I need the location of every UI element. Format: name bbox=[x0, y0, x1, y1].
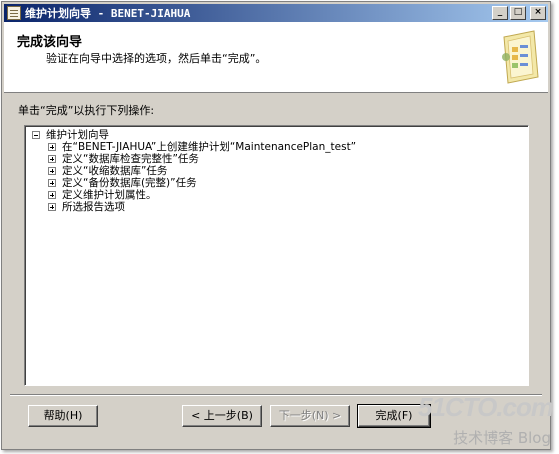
summary-tree[interactable]: 维护计划向导 在“BENET-JIAHUA”上创建维护计划“Maintenanc… bbox=[24, 125, 529, 386]
wizard-header: 完成该向导 验证在向导中选择的选项，然后单击“完成”。 bbox=[4, 22, 548, 93]
close-button[interactable]: × bbox=[530, 6, 546, 20]
maximize-button[interactable]: □ bbox=[510, 6, 526, 20]
wizard-window: 维护计划向导 - BENET-JIAHUA _ □ × 完成该向导 验证在向导中… bbox=[1, 1, 551, 450]
tree-item[interactable]: 定义“收缩数据库”任务 bbox=[48, 165, 167, 177]
tree-item-label: 定义“收缩数据库”任务 bbox=[62, 165, 168, 177]
tree-item-label: 定义“备份数据库(完整)”任务 bbox=[62, 177, 197, 189]
finish-button[interactable]: 完成(F) bbox=[357, 404, 431, 428]
expand-icon[interactable] bbox=[48, 143, 56, 151]
caption-buttons: _ □ × bbox=[492, 6, 546, 20]
tree-item-label: 定义“数据库检查完整性”任务 bbox=[62, 153, 199, 165]
expand-icon[interactable] bbox=[48, 191, 56, 199]
tree-root-label: 维护计划向导 bbox=[46, 129, 109, 141]
title-bar[interactable]: 维护计划向导 - BENET-JIAHUA _ □ × bbox=[4, 4, 548, 22]
page-subtitle: 验证在向导中选择的选项，然后单击“完成”。 bbox=[46, 52, 267, 65]
expand-icon[interactable] bbox=[48, 203, 56, 211]
window-title: 维护计划向导 - BENET-JIAHUA bbox=[25, 7, 191, 20]
tree-item[interactable]: 定义“数据库检查完整性”任务 bbox=[48, 153, 199, 165]
instruction-label: 单击“完成”以执行下列操作: bbox=[18, 104, 155, 117]
tree-item[interactable]: 定义维护计划属性。 bbox=[48, 189, 157, 201]
next-button[interactable]: 下一步(N) > bbox=[270, 405, 350, 427]
wizard-graphic-icon bbox=[502, 30, 539, 84]
back-button[interactable]: < 上一步(B) bbox=[182, 405, 262, 427]
collapse-icon[interactable] bbox=[32, 131, 40, 139]
help-button[interactable]: 帮助(H) bbox=[28, 405, 98, 427]
footer-divider bbox=[10, 394, 542, 396]
tree-item-label: 所选报告选项 bbox=[62, 201, 125, 213]
expand-icon[interactable] bbox=[48, 179, 56, 187]
tree-item[interactable]: 定义“备份数据库(完整)”任务 bbox=[48, 177, 197, 189]
tree-item[interactable]: 所选报告选项 bbox=[48, 201, 125, 213]
tree-item-label: 在“BENET-JIAHUA”上创建维护计划“MaintenancePlan_t… bbox=[62, 141, 357, 153]
tree-root[interactable]: 维护计划向导 bbox=[32, 129, 109, 141]
tree-item[interactable]: 在“BENET-JIAHUA”上创建维护计划“MaintenancePlan_t… bbox=[48, 141, 356, 153]
minimize-button[interactable]: _ bbox=[492, 6, 508, 20]
page-title: 完成该向导 bbox=[17, 35, 83, 50]
tree-item-label: 定义维护计划属性。 bbox=[62, 189, 157, 201]
app-icon bbox=[7, 6, 21, 20]
expand-icon[interactable] bbox=[48, 155, 56, 163]
expand-icon[interactable] bbox=[48, 167, 56, 175]
